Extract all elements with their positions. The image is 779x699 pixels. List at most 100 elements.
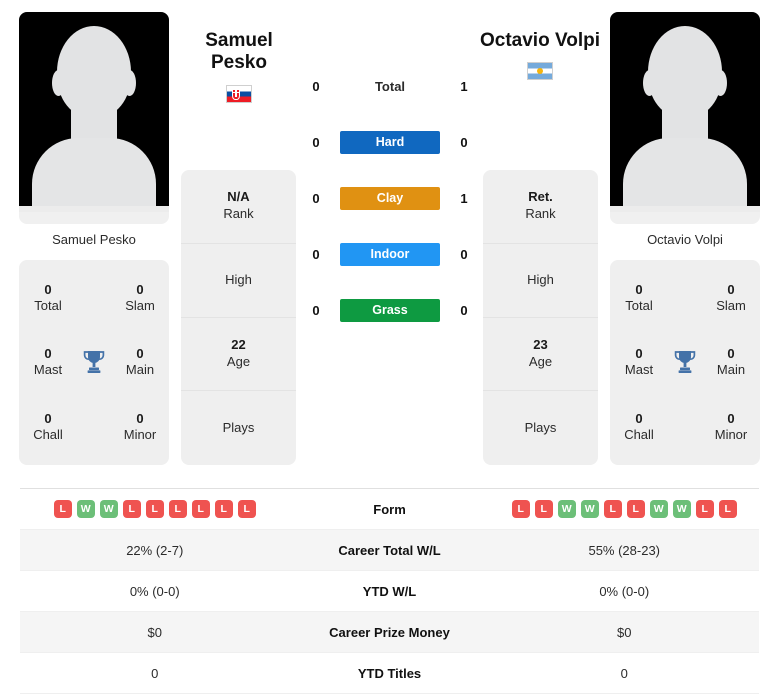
form-badge-loss[interactable]: L bbox=[122, 500, 141, 518]
surface-score-left: 0 bbox=[312, 134, 320, 150]
titles-total-label: Total bbox=[625, 298, 653, 314]
player-name-left[interactable]: Samuel Pesko bbox=[159, 30, 319, 75]
avatar-ear-left-icon bbox=[643, 70, 656, 96]
profile-high-label: High bbox=[527, 271, 554, 287]
form-badge-loss[interactable]: L bbox=[534, 500, 553, 518]
profile-rank-label: Rank bbox=[223, 206, 254, 222]
table-row-label: Career Prize Money bbox=[329, 624, 450, 640]
form-badge-win[interactable]: W bbox=[672, 500, 691, 518]
titles-minor-right: 0 Minor bbox=[704, 411, 758, 444]
surface-score-right: 0 bbox=[460, 134, 468, 150]
profile-rank-label: Rank bbox=[525, 206, 556, 222]
form-badge-win[interactable]: W bbox=[99, 500, 118, 518]
form-badge-loss[interactable]: L bbox=[626, 500, 645, 518]
form-badge-loss[interactable]: L bbox=[168, 500, 187, 518]
avatar-ear-left-icon bbox=[52, 70, 65, 96]
titles-total-right: 0 Total bbox=[612, 282, 666, 315]
surface-row-total: 0 Total 1 bbox=[305, 58, 475, 114]
avatar-ear-right-icon bbox=[123, 70, 136, 96]
form-badge-loss[interactable]: L bbox=[718, 500, 737, 518]
table-row-ytd-titles: 0 YTD Titles 0 bbox=[20, 653, 759, 694]
form-badge-loss[interactable]: L bbox=[214, 500, 233, 518]
player-name-right[interactable]: Octavio Volpi bbox=[460, 30, 620, 52]
player-photo-right[interactable] bbox=[610, 12, 760, 224]
table-row-career-total-wl: 22% (2-7) Career Total W/L 55% (28-23) bbox=[20, 530, 759, 571]
surface-score-right: 0 bbox=[460, 246, 468, 262]
form-badge-win[interactable]: W bbox=[76, 500, 95, 518]
titles-slam-value: 0 bbox=[727, 281, 735, 297]
titles-minor-value: 0 bbox=[136, 410, 144, 426]
titles-main-value: 0 bbox=[136, 346, 144, 362]
form-badge-loss[interactable]: L bbox=[511, 500, 530, 518]
trophy-icon bbox=[670, 350, 700, 374]
profile-age-label: Age bbox=[528, 353, 553, 369]
form-badge-loss[interactable]: L bbox=[145, 500, 164, 518]
argentina-flag-icon bbox=[527, 62, 553, 81]
stat-value-left: 0% (0-0) bbox=[129, 583, 180, 599]
surface-label-hard[interactable]: Hard bbox=[340, 130, 440, 154]
titles-slam-label: Slam bbox=[716, 298, 746, 314]
trophy-icon bbox=[79, 350, 109, 374]
titles-slam-label: Slam bbox=[125, 298, 155, 314]
player-profile-card-right: Ret. Rank High 23 Age Plays bbox=[483, 170, 598, 465]
profile-plays-label: Plays bbox=[524, 419, 557, 435]
player-profile-card-left: N/A Rank High 22 Age Plays bbox=[181, 170, 296, 465]
titles-slam-value: 0 bbox=[136, 281, 144, 297]
profile-row-age: 23 Age bbox=[483, 318, 598, 392]
profile-rank-value: N/A bbox=[227, 189, 250, 205]
surface-score-left: 0 bbox=[312, 78, 320, 94]
titles-main-right: 0 Main bbox=[704, 346, 758, 379]
stat-value-left: $0 bbox=[147, 624, 162, 640]
surface-label-grass[interactable]: Grass bbox=[340, 298, 440, 322]
titles-minor-value: 0 bbox=[727, 410, 735, 426]
titles-chall-left: 0 Chall bbox=[21, 411, 75, 444]
surface-score-left: 0 bbox=[312, 190, 320, 206]
avatar-base-strip bbox=[19, 206, 169, 212]
titles-total-value: 0 bbox=[635, 281, 643, 297]
player-titles-card-left: 0 Total 0 Slam 0 Mast 0 Main 0 Chall 0 M… bbox=[19, 260, 169, 465]
titles-main-label: Main bbox=[125, 362, 155, 378]
surface-score-right: 0 bbox=[460, 302, 468, 318]
form-badge-loss[interactable]: L bbox=[695, 500, 714, 518]
avatar-shoulders-icon bbox=[32, 138, 156, 212]
form-badge-loss[interactable]: L bbox=[237, 500, 256, 518]
profile-age-value: 23 bbox=[533, 336, 548, 352]
table-row-label: YTD Titles bbox=[357, 665, 422, 681]
player-photo-left[interactable] bbox=[19, 12, 169, 224]
player-name-left-line2: Pesko bbox=[211, 52, 267, 74]
form-badge-loss[interactable]: L bbox=[603, 500, 622, 518]
form-badge-loss[interactable]: L bbox=[191, 500, 210, 518]
slovakia-flag-icon bbox=[226, 84, 252, 103]
profile-row-rank: Ret. Rank bbox=[483, 170, 598, 244]
stat-value-right: 0% (0-0) bbox=[599, 583, 650, 599]
player-name-left-line1: Samuel bbox=[205, 30, 273, 51]
form-badge-win[interactable]: W bbox=[557, 500, 576, 518]
titles-minor-left: 0 Minor bbox=[113, 411, 167, 444]
table-row-ytd-wl: 0% (0-0) YTD W/L 0% (0-0) bbox=[20, 571, 759, 612]
surface-row-indoor: 0 Indoor 0 bbox=[305, 226, 475, 282]
titles-chall-value: 0 bbox=[44, 410, 52, 426]
form-badge-win[interactable]: W bbox=[649, 500, 668, 518]
profile-age-value: 22 bbox=[231, 336, 246, 352]
titles-row: 0 Total 0 Slam bbox=[610, 270, 760, 326]
surface-row-grass: 0 Grass 0 bbox=[305, 282, 475, 338]
form-badge-loss[interactable]: L bbox=[53, 500, 72, 518]
comparison-stats-table: LWWLLLLLL Form LLWWLLWWLL 22% (2-7) Care… bbox=[20, 488, 759, 694]
surface-row-hard: 0 Hard 0 bbox=[305, 114, 475, 170]
surface-label-clay[interactable]: Clay bbox=[340, 186, 440, 210]
titles-row: 0 Chall 0 Minor bbox=[19, 399, 169, 455]
player-header-left: Samuel Pesko bbox=[159, 30, 319, 103]
surface-score-left: 0 bbox=[312, 302, 320, 318]
titles-main-value: 0 bbox=[727, 346, 735, 362]
titles-row: 0 Mast 0 Main bbox=[19, 334, 169, 390]
profile-high-label: High bbox=[225, 271, 252, 287]
table-row-form: LWWLLLLLL Form LLWWLLWWLL bbox=[20, 489, 759, 530]
surface-label-indoor[interactable]: Indoor bbox=[340, 242, 440, 266]
profile-row-plays: Plays bbox=[483, 391, 598, 465]
surface-score-right: 1 bbox=[460, 78, 468, 94]
titles-slam-left: 0 Slam bbox=[113, 282, 167, 315]
form-badge-win[interactable]: W bbox=[580, 500, 599, 518]
surface-score-left: 0 bbox=[312, 246, 320, 262]
titles-total-left: 0 Total bbox=[21, 282, 75, 315]
stat-value-right: $0 bbox=[617, 624, 632, 640]
